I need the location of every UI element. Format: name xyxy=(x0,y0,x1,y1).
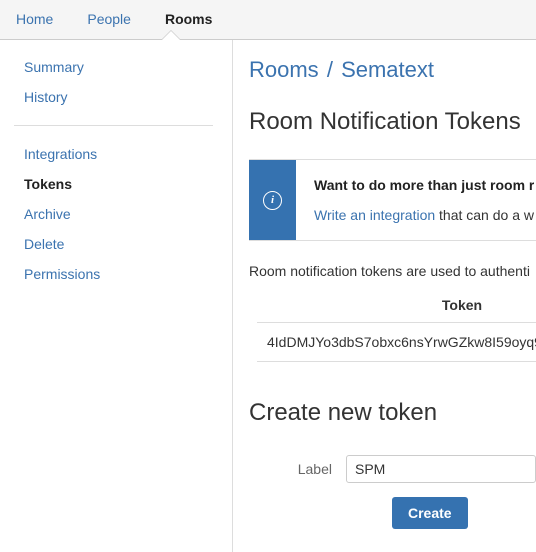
sidebar-item-archive[interactable]: Archive xyxy=(0,199,232,229)
info-alert-body: Want to do more than just room r Write a… xyxy=(296,160,534,240)
sidebar-divider xyxy=(14,125,213,126)
sidebar-item-history[interactable]: History xyxy=(0,82,232,112)
tokens-description: Room notification tokens are used to aut… xyxy=(249,263,530,279)
table-header-row: Token xyxy=(257,297,536,323)
sidebar-group-settings: Integrations Tokens Archive Delete Permi… xyxy=(0,139,232,289)
info-alert: i Want to do more than just room r Write… xyxy=(249,159,536,241)
page-shell: Summary History Integrations Tokens Arch… xyxy=(0,40,536,552)
label-input[interactable] xyxy=(346,455,536,483)
label-field-label: Label xyxy=(297,461,332,477)
sidebar-item-tokens[interactable]: Tokens xyxy=(0,169,232,199)
nav-item-people[interactable]: People xyxy=(87,0,131,39)
tokens-table-head: Token xyxy=(257,297,536,323)
main-content: Rooms / Sematext Room Notification Token… xyxy=(233,40,536,552)
label-form-row: Label xyxy=(249,455,536,483)
info-alert-text-rest: that can do a w xyxy=(435,207,534,223)
info-alert-heading: Want to do more than just room r xyxy=(314,177,535,193)
create-token-actions: Create xyxy=(249,497,536,529)
breadcrumb-current-link[interactable]: Sematext xyxy=(341,57,434,82)
top-navigation-bar: Home People Rooms xyxy=(0,0,536,40)
column-header-token: Token xyxy=(257,297,536,323)
sidebar-item-delete[interactable]: Delete xyxy=(0,229,232,259)
sidebar-item-integrations[interactable]: Integrations xyxy=(0,139,232,169)
table-row: 4IdDMJYo3dbS7obxc6nsYrwGZkw8I59oyq9 xyxy=(257,323,536,362)
tokens-table: Token 4IdDMJYo3dbS7obxc6nsYrwGZkw8I59oyq… xyxy=(257,297,536,362)
sidebar: Summary History Integrations Tokens Arch… xyxy=(0,40,233,552)
info-icon: i xyxy=(263,190,282,210)
token-value[interactable]: 4IdDMJYo3dbS7obxc6nsYrwGZkw8I59oyq9 xyxy=(257,323,536,362)
breadcrumb: Rooms / Sematext xyxy=(249,57,536,83)
create-button[interactable]: Create xyxy=(392,497,468,529)
sidebar-item-permissions[interactable]: Permissions xyxy=(0,259,232,289)
breadcrumb-parent-link[interactable]: Rooms xyxy=(249,57,319,82)
top-navigation-items: Home People Rooms xyxy=(0,0,536,39)
sidebar-item-summary[interactable]: Summary xyxy=(0,52,232,82)
info-alert-accent-bar: i xyxy=(249,160,296,240)
nav-item-home[interactable]: Home xyxy=(16,0,53,39)
tokens-table-body: 4IdDMJYo3dbS7obxc6nsYrwGZkw8I59oyq9 xyxy=(257,323,536,362)
active-tab-caret-icon xyxy=(162,31,180,40)
sidebar-group-overview: Summary History xyxy=(0,52,232,112)
create-token-section-title: Create new token xyxy=(249,399,438,426)
info-alert-text: Write an integration that can do a w xyxy=(314,206,534,224)
breadcrumb-separator: / xyxy=(326,57,333,82)
write-integration-link[interactable]: Write an integration xyxy=(314,207,435,223)
page-title: Room Notification Tokens xyxy=(249,108,521,135)
